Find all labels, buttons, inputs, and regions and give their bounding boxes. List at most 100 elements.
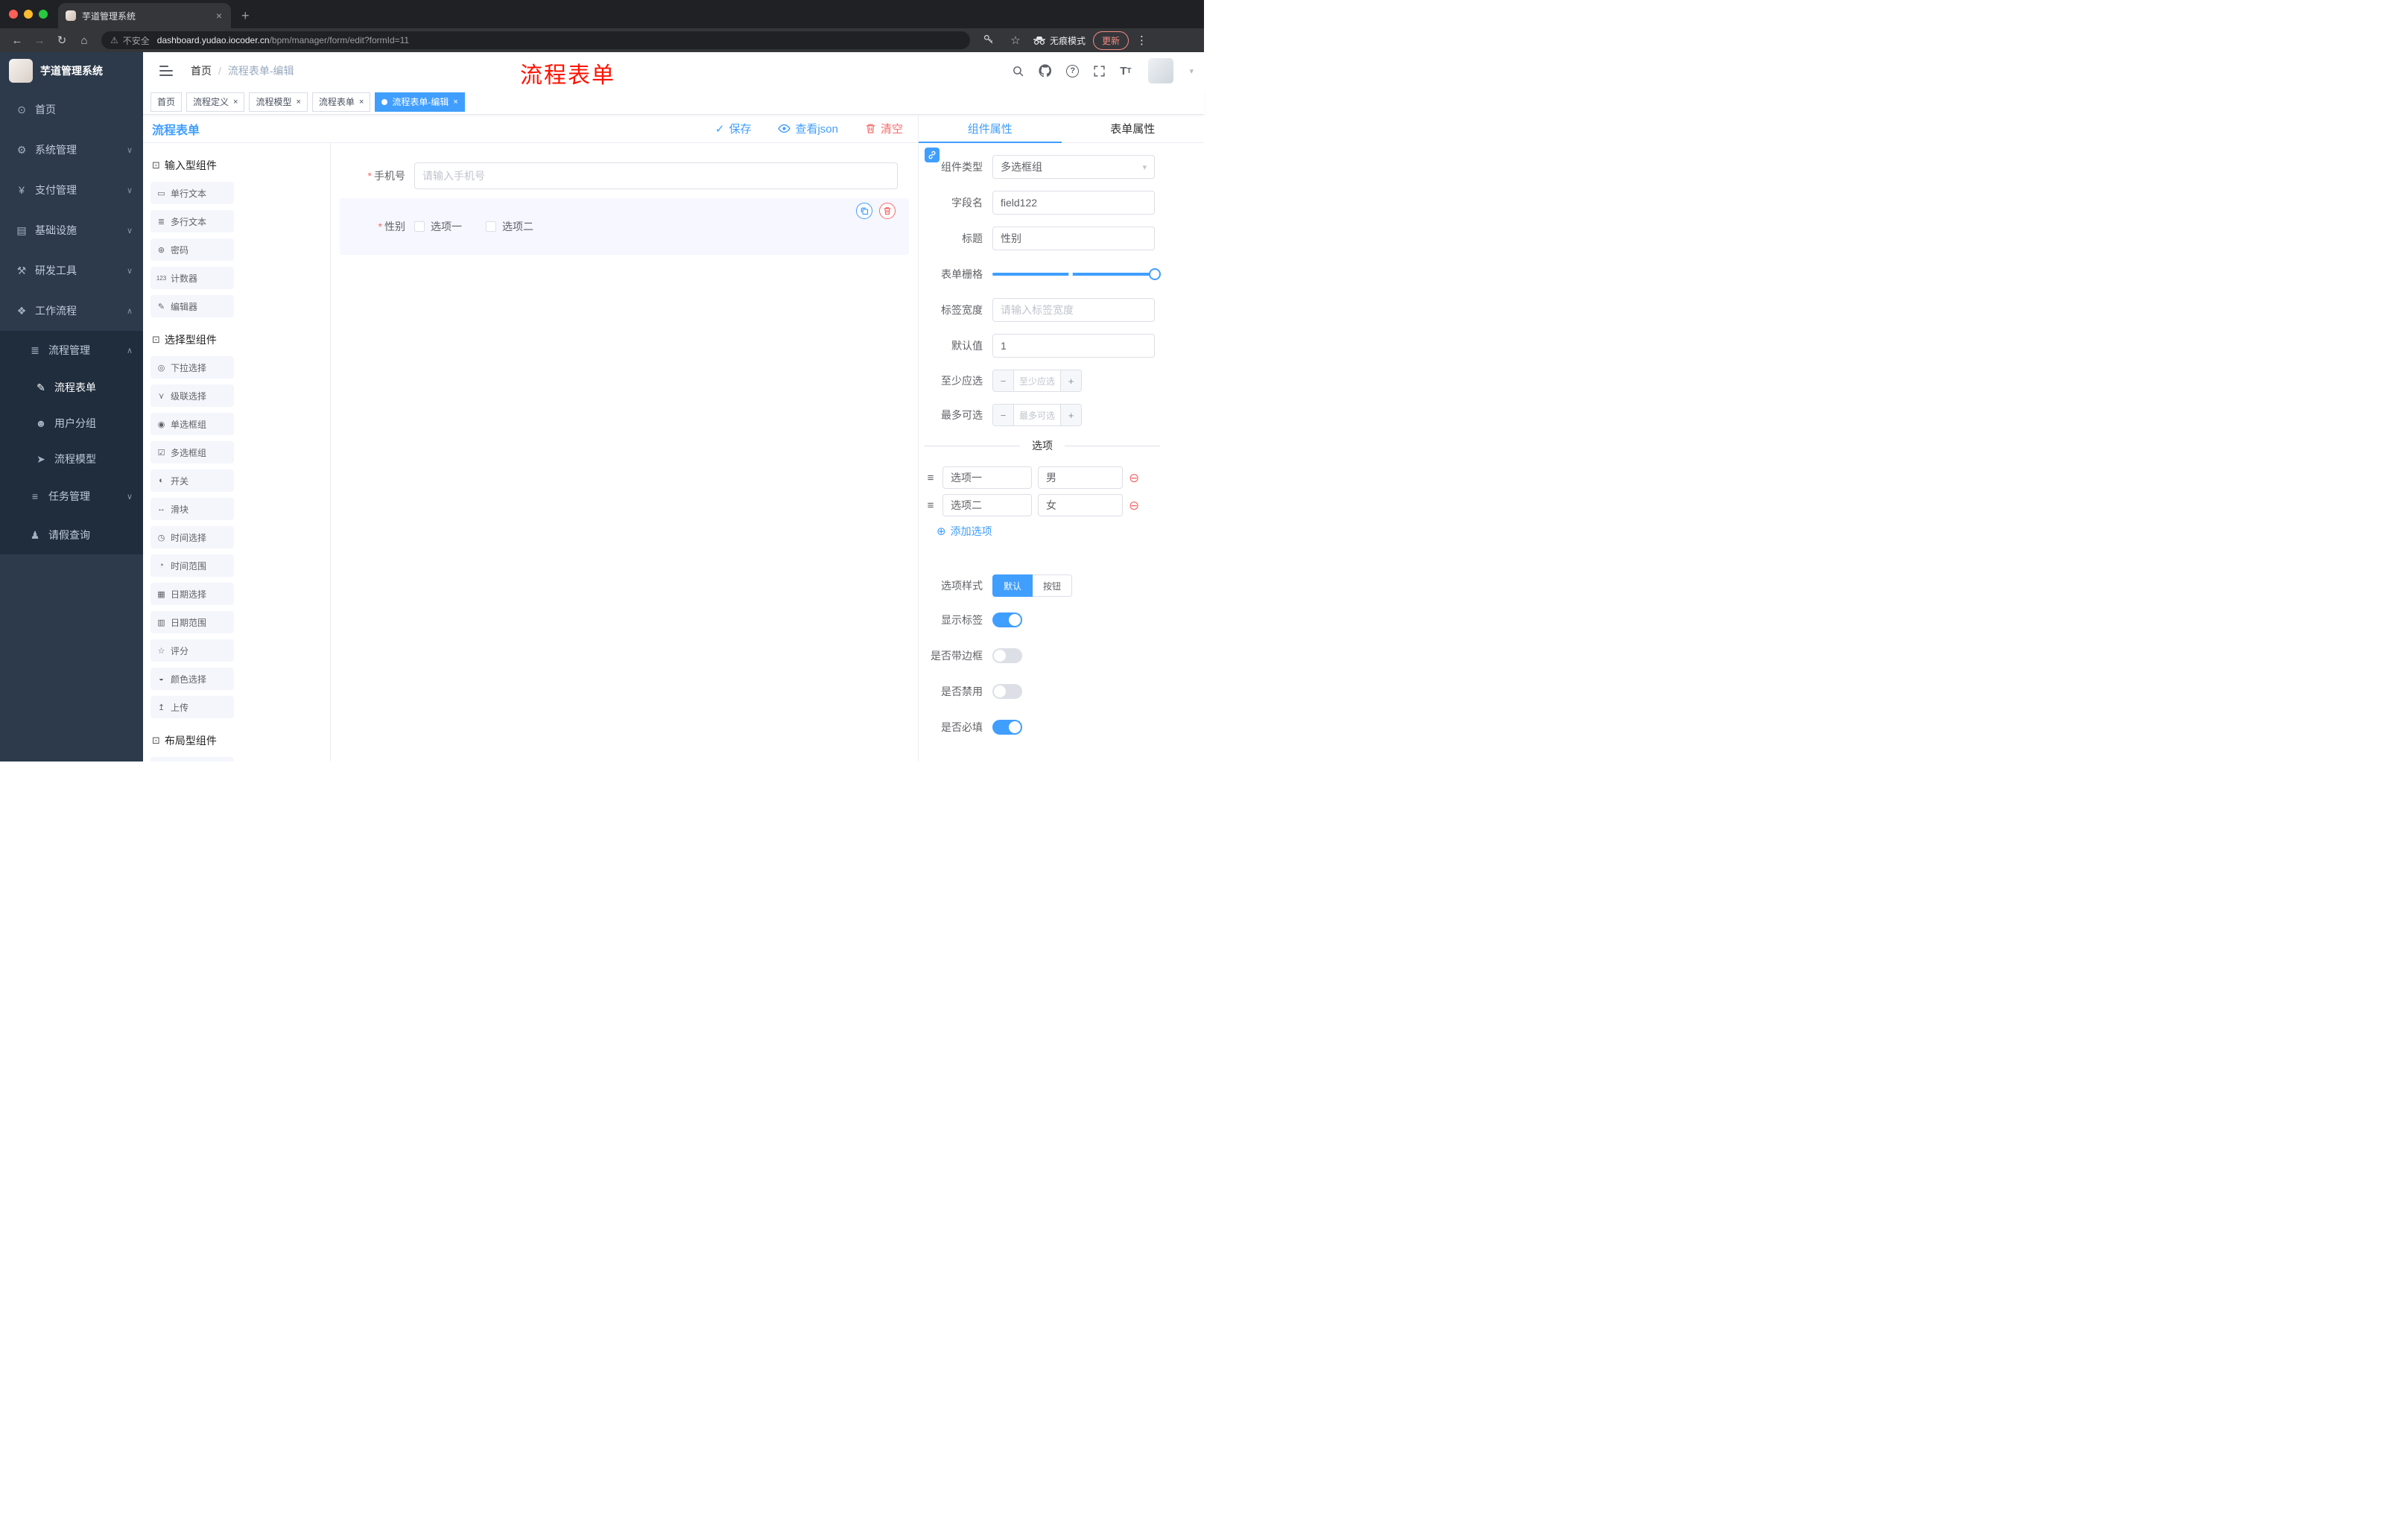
option-label-input[interactable] [942,466,1032,489]
required-toggle[interactable] [992,720,1022,735]
browser-menu-icon[interactable]: ⋮ [1136,34,1147,47]
drag-handle-icon[interactable]: ≡ [925,499,937,512]
increase-button[interactable]: + [1060,370,1081,391]
palette-item-row-container[interactable]: ▣行容器 [150,757,234,762]
label-width-input[interactable] [992,298,1155,322]
show-label-toggle[interactable] [992,612,1022,627]
palette-item-time-range[interactable]: ◔ 时间范围 [150,554,234,577]
sidebar-item-infra[interactable]: ▤ 基础设施 ∨ [0,210,143,250]
tag-close-icon[interactable]: × [453,98,457,107]
delete-widget-button[interactable] [879,203,896,219]
min-select-placeholder[interactable]: 至少应选 [1014,370,1060,391]
tag-process-form-edit[interactable]: 流程表单-编辑 × [375,92,465,112]
forward-icon[interactable]: → [30,35,49,46]
palette-item-switch[interactable]: ◐ 开关 [150,469,234,492]
reload-icon[interactable]: ↻ [52,35,72,46]
slider-handle[interactable] [1149,268,1161,280]
palette-item-password[interactable]: ⊛ 密码 [150,238,234,261]
default-value-input[interactable] [992,334,1155,358]
phone-input[interactable] [414,162,898,189]
minimize-window-button[interactable] [24,10,33,19]
tab-close-icon[interactable]: × [215,10,224,22]
palette-item-counter[interactable]: 123 计数器 [150,267,234,289]
tag-process-model[interactable]: 流程模型 × [249,92,308,112]
palette-item-date-picker[interactable]: ▦ 日期选择 [150,583,234,605]
password-key-icon[interactable] [979,34,998,48]
palette-item-cascader[interactable]: ⋎ 级联选择 [150,384,234,407]
back-icon[interactable]: ← [7,35,27,46]
gender-option1-checkbox[interactable]: 选项一 [414,219,462,234]
tag-close-icon[interactable]: × [359,98,364,107]
remove-option-icon[interactable]: ⊖ [1129,499,1139,512]
sidebar-item-devtools[interactable]: ⚒ 研发工具 ∨ [0,250,143,291]
canvas-field-gender-selected[interactable]: 性别 选项一 选项二 [340,198,909,255]
search-icon[interactable] [1012,65,1024,77]
title-input[interactable] [992,227,1155,250]
palette-item-slider[interactable]: ↔ 滑块 [150,498,234,520]
max-select-placeholder[interactable]: 最多可选 [1014,405,1060,425]
update-button[interactable]: 更新 [1093,31,1129,50]
sidebar-item-process-management[interactable]: ≣ 流程管理 ∧ [0,331,143,370]
palette-item-radio-group[interactable]: ◉ 单选框组 [150,413,234,435]
palette-item-color-picker[interactable]: ◒ 颜色选择 [150,668,234,690]
disabled-toggle[interactable] [992,684,1022,699]
add-option-button[interactable]: ⊕ 添加选项 [937,524,1160,539]
avatar[interactable] [1148,58,1174,83]
palette-item-rate[interactable]: ☆ 评分 [150,639,234,662]
style-button-button[interactable]: 按钮 [1033,574,1073,597]
sidebar-item-user-group[interactable]: ☻ 用户分组 [0,405,143,441]
link-icon-button[interactable] [925,148,940,162]
github-icon[interactable] [1039,64,1052,77]
avatar-chevron-down-icon[interactable]: ▾ [1189,66,1194,76]
option-label-input[interactable] [942,494,1032,516]
tab-form-props[interactable]: 表单属性 [1062,115,1205,142]
remove-option-icon[interactable]: ⊖ [1129,472,1139,484]
palette-item-select[interactable]: ◎ 下拉选择 [150,356,234,379]
sidebar-item-task-management[interactable]: ≡ 任务管理 ∨ [0,477,143,516]
border-toggle[interactable] [992,648,1022,663]
palette-item-editor[interactable]: ✎ 编辑器 [150,295,234,317]
close-window-button[interactable] [9,10,18,19]
save-button[interactable]: ✓ 保存 [715,121,752,136]
palette-item-single-text[interactable]: ▭ 单行文本 [150,182,234,204]
home-icon[interactable]: ⌂ [75,35,94,46]
palette-item-time-picker[interactable]: ◷ 时间选择 [150,526,234,548]
sidebar-item-payment[interactable]: ¥ 支付管理 ∨ [0,170,143,210]
component-type-select[interactable]: 多选框组 ▾ [992,155,1155,179]
decrease-button[interactable]: − [993,405,1014,425]
copy-widget-button[interactable] [856,203,872,219]
sidebar-item-leave-query[interactable]: ♟ 请假查询 [0,516,143,554]
palette-item-multiline-text[interactable]: ≣ 多行文本 [150,210,234,232]
new-tab-button[interactable]: + [241,8,250,24]
sidebar-item-workflow[interactable]: ❖ 工作流程 ∧ [0,291,143,331]
style-default-button[interactable]: 默认 [992,574,1033,597]
option-value-input[interactable] [1038,466,1123,489]
sidebar-item-system[interactable]: ⚙ 系统管理 ∨ [0,130,143,170]
sidebar-collapse-icon[interactable] [159,66,173,76]
field-name-input[interactable] [992,191,1155,215]
maximize-window-button[interactable] [39,10,48,19]
form-canvas[interactable]: 手机号 [331,143,918,762]
security-label[interactable]: 不安全 [123,34,150,47]
grid-slider[interactable] [992,262,1161,286]
canvas-field-phone[interactable]: 手机号 [340,162,909,189]
decrease-button[interactable]: − [993,370,1014,391]
sidebar-item-home[interactable]: ⊙ 首页 [0,89,143,130]
palette-item-upload[interactable]: ↥ 上传 [150,696,234,718]
sidebar-item-process-model[interactable]: ➤ 流程模型 [0,441,143,477]
tag-process-definition[interactable]: 流程定义 × [186,92,245,112]
tab-component-props[interactable]: 组件属性 [919,115,1062,143]
breadcrumb-home[interactable]: 首页 [191,63,212,78]
help-icon[interactable]: ? [1066,64,1080,77]
tag-close-icon[interactable]: × [233,98,238,107]
sidebar-item-process-form[interactable]: ✎ 流程表单 [0,370,143,405]
view-json-button[interactable]: 查看json [778,121,838,136]
tag-process-form[interactable]: 流程表单 × [311,92,371,112]
option-value-input[interactable] [1038,494,1123,516]
increase-button[interactable]: + [1060,405,1081,425]
fullscreen-icon[interactable] [1093,65,1106,77]
tag-close-icon[interactable]: × [296,98,300,107]
font-size-icon[interactable]: TT [1120,65,1131,77]
palette-item-date-range[interactable]: ▥ 日期范围 [150,611,234,633]
tag-home[interactable]: 首页 [150,92,183,112]
